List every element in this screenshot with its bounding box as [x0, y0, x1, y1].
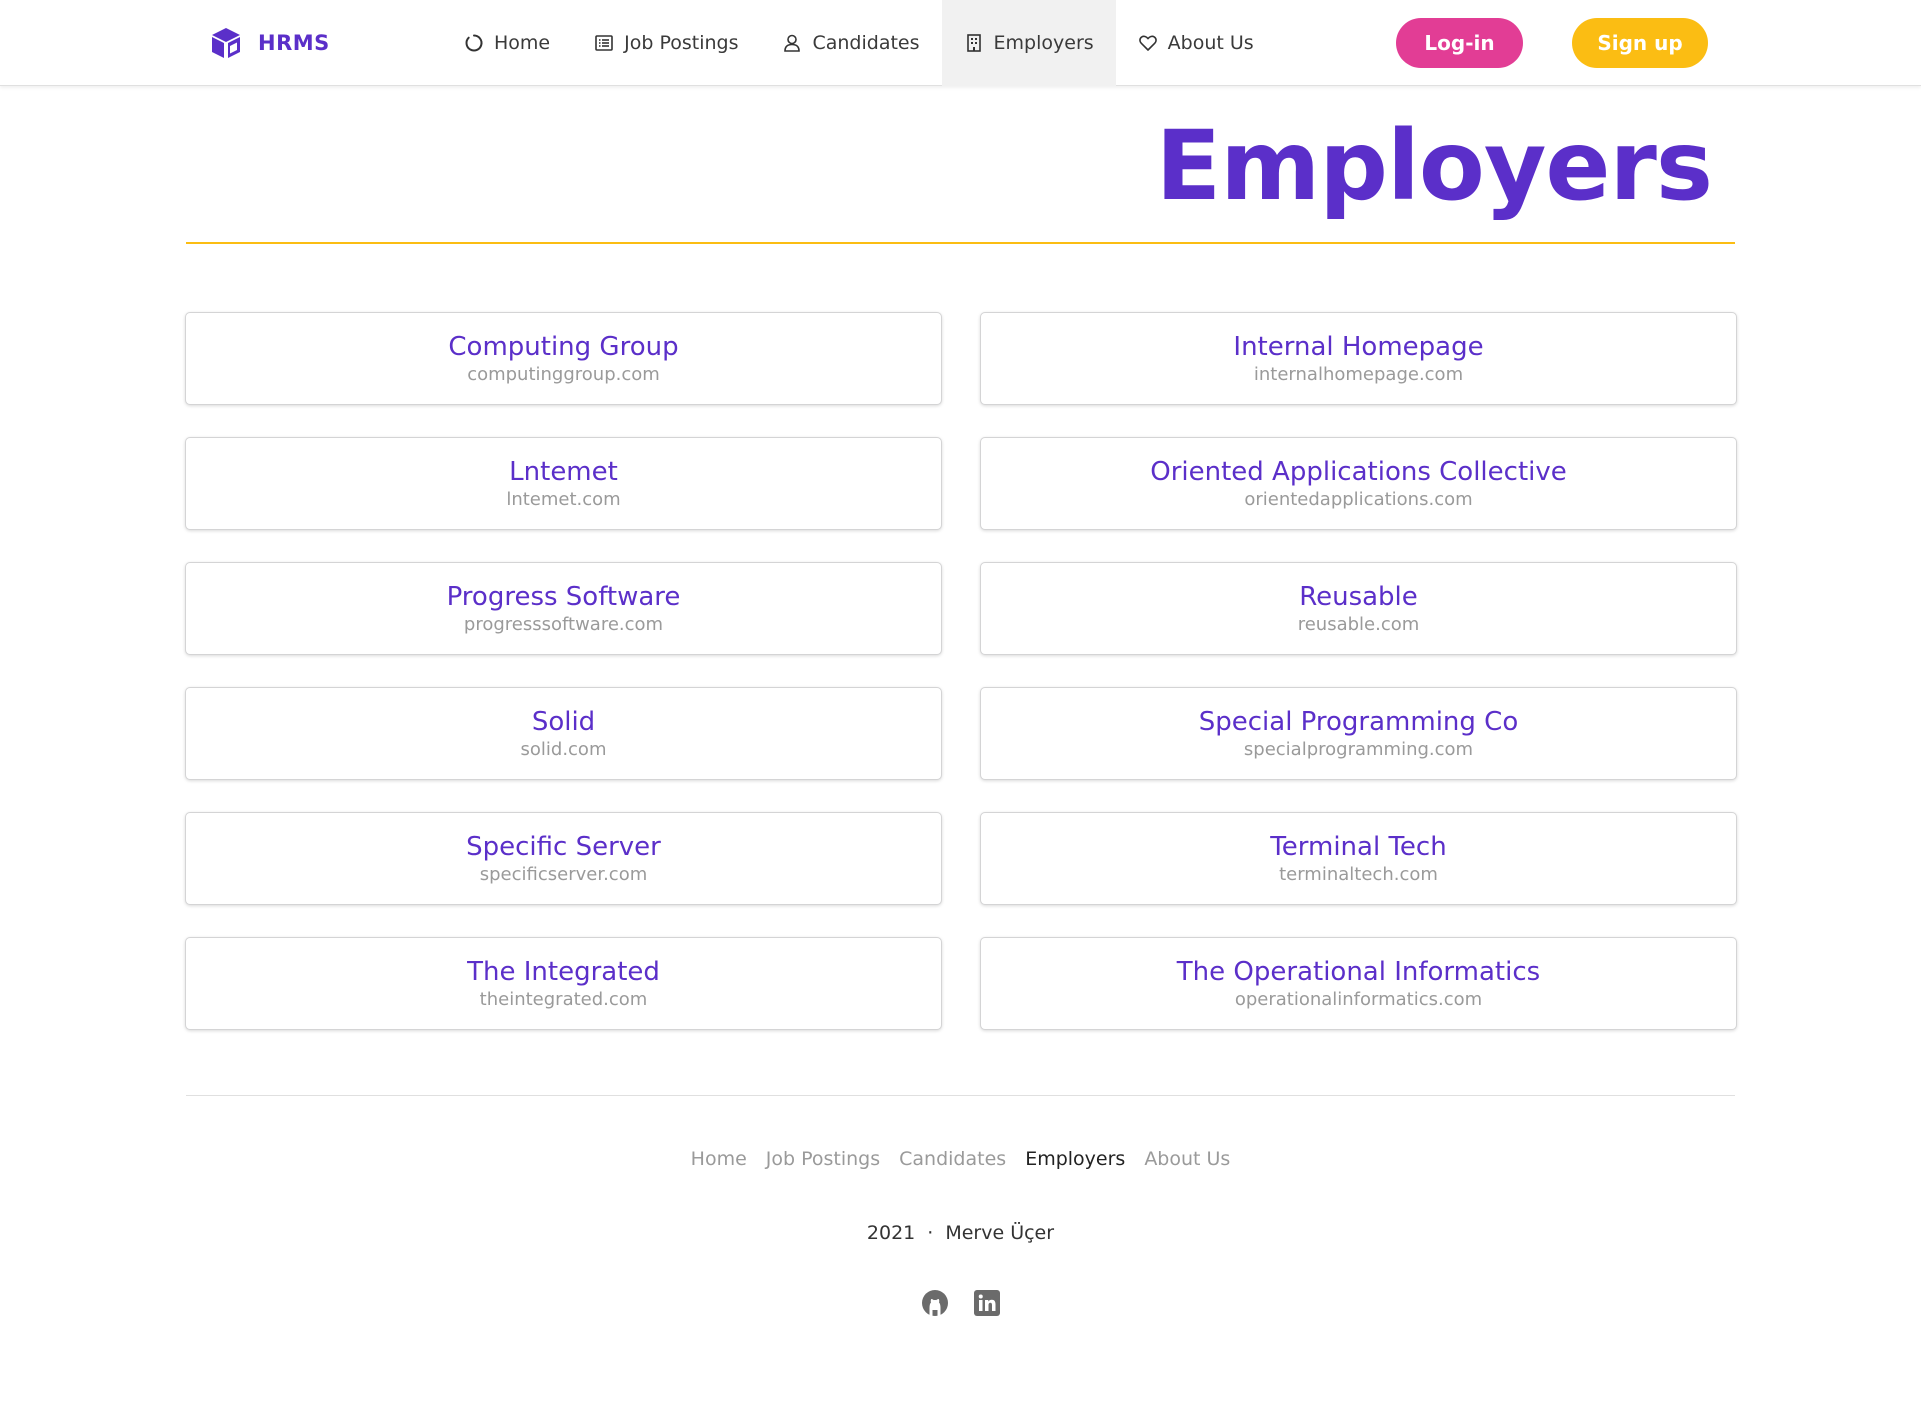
employer-card[interactable]: Internal Homepage internalhomepage.com: [980, 312, 1737, 405]
employer-name: Internal Homepage: [1233, 331, 1484, 362]
social-links: [0, 1288, 1921, 1318]
employer-website: solid.com: [520, 738, 607, 760]
employer-website: computinggroup.com: [467, 363, 660, 385]
linkedin-icon[interactable]: [972, 1288, 1002, 1318]
employer-name: Reusable: [1299, 581, 1418, 612]
nav-item-candidates[interactable]: Candidates: [760, 0, 941, 86]
footer-link-candidates[interactable]: Candidates: [899, 1148, 1006, 1170]
employer-card[interactable]: Lntemet lntemet.com: [185, 437, 942, 530]
nav-item-job-postings[interactable]: Job Postings: [572, 0, 760, 86]
heart-icon: [1138, 35, 1157, 51]
employer-website: specialprogramming.com: [1243, 738, 1474, 760]
employer-card[interactable]: The Operational Informatics operationali…: [980, 937, 1737, 1030]
user-icon: [784, 34, 801, 52]
employer-card[interactable]: Special Programming Co specialprogrammin…: [980, 687, 1737, 780]
employer-list: Computing Group computinggroup.com Inter…: [185, 312, 1737, 1030]
page-title: Employers: [1155, 110, 1713, 222]
footer-author: Merve Üçer: [945, 1222, 1055, 1244]
employer-name: Computing Group: [448, 331, 679, 362]
employer-website: progresssoftware.com: [463, 613, 664, 635]
nav-item-label: Job Postings: [624, 32, 739, 54]
employer-website: lntemet.com: [506, 488, 621, 510]
nav-item-employers[interactable]: Employers: [941, 0, 1116, 86]
employer-website: orientedapplications.com: [1244, 488, 1473, 510]
nav-item-label: Employers: [993, 32, 1094, 54]
cube-icon: [212, 28, 240, 58]
footer-link-employers[interactable]: Employers: [1025, 1148, 1125, 1170]
employer-card[interactable]: Terminal Tech terminaltech.com: [980, 812, 1737, 905]
nav-item-label: Candidates: [812, 32, 920, 54]
footer-link-home[interactable]: Home: [691, 1148, 747, 1170]
list-icon: [595, 35, 613, 51]
employer-name: The Integrated: [467, 956, 660, 987]
footer-link-job-postings[interactable]: Job Postings: [766, 1148, 880, 1170]
nav-item-label: About Us: [1167, 32, 1254, 54]
employer-name: Progress Software: [446, 581, 681, 612]
employer-card[interactable]: Computing Group computinggroup.com: [185, 312, 942, 405]
top-navbar: HRMS Home Job Postings Candidates Employ…: [0, 0, 1921, 86]
main-nav: Home Job Postings Candidates Employers A…: [442, 0, 1276, 86]
footer-separator: ·: [927, 1222, 934, 1244]
employer-card[interactable]: Oriented Applications Collective oriente…: [980, 437, 1737, 530]
employer-website: operationalinformatics.com: [1234, 988, 1483, 1010]
nav-item-home[interactable]: Home: [442, 0, 572, 86]
employer-card[interactable]: Progress Software progresssoftware.com: [185, 562, 942, 655]
employer-website: reusable.com: [1297, 613, 1420, 635]
github-icon[interactable]: [920, 1288, 950, 1318]
employer-card[interactable]: The Integrated theintegrated.com: [185, 937, 942, 1030]
employer-website: theintegrated.com: [479, 988, 648, 1010]
employer-website: specificserver.com: [479, 863, 648, 885]
employer-name: The Operational Informatics: [1176, 956, 1541, 987]
employer-website: terminaltech.com: [1279, 863, 1438, 885]
employer-card[interactable]: Reusable reusable.com: [980, 562, 1737, 655]
footer-nav: Home Job Postings Candidates Employers A…: [0, 1148, 1921, 1170]
employer-name: Specific Server: [466, 831, 661, 862]
footer-credit: 2021 · Merve Üçer: [0, 1222, 1921, 1244]
employer-name: Terminal Tech: [1270, 831, 1447, 862]
employer-name: Special Programming Co: [1198, 706, 1519, 737]
employer-website: internalhomepage.com: [1253, 363, 1464, 385]
title-divider: [186, 242, 1735, 244]
brand-name: HRMS: [258, 31, 330, 55]
employer-name: Solid: [531, 706, 596, 737]
nav-item-label: Home: [494, 32, 551, 54]
login-button[interactable]: Log-in: [1396, 18, 1523, 68]
footer-link-about-us[interactable]: About Us: [1144, 1148, 1230, 1170]
employer-card[interactable]: Solid solid.com: [185, 687, 942, 780]
employer-name: Oriented Applications Collective: [1150, 456, 1567, 487]
employer-name: Lntemet: [509, 456, 618, 487]
signup-button[interactable]: Sign up: [1572, 18, 1708, 68]
nav-item-about-us[interactable]: About Us: [1116, 0, 1276, 86]
footer-year: 2021: [866, 1222, 916, 1244]
employer-card[interactable]: Specific Server specificserver.com: [185, 812, 942, 905]
brand-logo[interactable]: HRMS: [208, 24, 330, 62]
footer-divider: [186, 1095, 1735, 1096]
building-icon: [966, 34, 981, 52]
loader-circle-icon: [465, 34, 483, 52]
